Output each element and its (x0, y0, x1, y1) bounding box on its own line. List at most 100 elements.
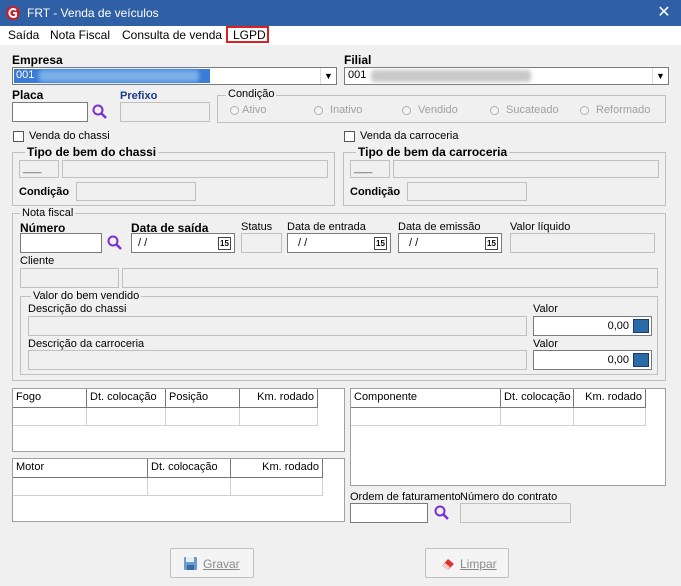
radio-ativo (230, 106, 239, 115)
window-title: FRT - Venda de veículos (27, 6, 159, 20)
filial-label: Filial (344, 53, 372, 67)
tipo-chassi-condicao-field (76, 182, 196, 201)
valor-carroceria-input[interactable]: 0,00 (533, 350, 652, 370)
title-bar: FRT - Venda de veículos ✕ (0, 0, 681, 26)
data-emissao-input[interactable]: / / 15 (398, 233, 502, 253)
grid-header[interactable]: Dt. colocação (87, 389, 166, 408)
desc-chassi-field (28, 316, 527, 336)
fogo-grid[interactable]: Fogo Dt. colocação Posição Km. rodado (12, 388, 345, 452)
nota-fiscal-title: Nota fiscal (20, 207, 76, 219)
calculator-icon[interactable] (633, 319, 649, 333)
cliente-label: Cliente (20, 255, 55, 267)
chevron-down-icon[interactable]: ▼ (652, 68, 668, 84)
empresa-label: Empresa (12, 53, 63, 67)
motor-grid[interactable]: Motor Dt. colocação Km. rodado (12, 458, 345, 522)
numero-contrato-field (460, 503, 571, 523)
limpar-label: Limpar (460, 557, 497, 571)
tipo-carroceria-title: Tipo de bem da carroceria (356, 145, 510, 159)
prefixo-input (120, 102, 210, 122)
desc-carroceria-field (28, 350, 527, 370)
radio-vendido-label: Vendido (418, 104, 458, 116)
search-icon[interactable] (106, 234, 123, 251)
valor-liquido-field (510, 233, 655, 253)
chevron-down-icon[interactable]: ▼ (320, 68, 336, 84)
empresa-select[interactable]: 001 ▼ (12, 67, 337, 85)
valor-chassi-label: Valor (533, 303, 558, 315)
save-icon (184, 557, 197, 570)
close-icon[interactable]: ✕ (653, 3, 675, 23)
cliente-code-field (20, 268, 119, 288)
venda-carroceria-label: Venda da carroceria (360, 130, 459, 142)
valor-liquido-label: Valor líquido (510, 221, 571, 233)
valor-bem-title: Valor do bem vendido (31, 290, 142, 302)
tipo-chassi-condicao-label: Condição (19, 186, 70, 198)
radio-sucateado-label: Sucateado (506, 104, 559, 116)
numero-input[interactable] (20, 233, 102, 253)
venda-carroceria-checkbox[interactable] (344, 131, 355, 142)
grid-header[interactable]: Km. rodado (574, 389, 646, 408)
menu-item-nota-fiscal[interactable]: Nota Fiscal (50, 28, 110, 42)
placa-input[interactable] (12, 102, 88, 122)
tipo-carroceria-code: ___ (350, 160, 390, 178)
ordem-faturamento-label: Ordem de faturamento (350, 491, 461, 503)
tipo-carroceria-condicao-field (407, 182, 527, 201)
tipo-carroceria-condicao-label: Condição (350, 186, 401, 198)
filial-select[interactable]: 001 ▼ (344, 67, 669, 85)
numero-contrato-label: Número do contrato (460, 491, 558, 503)
grid-header[interactable]: Motor (13, 459, 148, 478)
limpar-button[interactable]: Limpar (425, 548, 509, 578)
empresa-value: 001 (16, 69, 35, 81)
calendar-icon[interactable]: 15 (485, 237, 498, 250)
componente-grid[interactable]: Componente Dt. colocação Km. rodado (350, 388, 666, 486)
radio-reformado-label: Reformado (596, 104, 651, 116)
valor-chassi-input[interactable]: 0,00 (533, 316, 652, 336)
search-icon[interactable] (91, 103, 108, 120)
radio-inativo-label: Inativo (330, 104, 363, 116)
radio-sucateado (490, 106, 499, 115)
condicao-title: Condição (226, 88, 277, 100)
search-icon[interactable] (433, 504, 450, 521)
placa-label: Placa (12, 88, 44, 102)
calculator-icon[interactable] (633, 353, 649, 367)
grid-header[interactable]: Posição (166, 389, 240, 408)
tipo-chassi-desc (62, 160, 328, 178)
filial-value: 001 (348, 69, 367, 81)
menu-item-consulta-venda[interactable]: Consulta de venda (122, 28, 222, 42)
grid-header[interactable]: Dt. colocação (501, 389, 574, 408)
grid-header[interactable]: Km. rodado (240, 389, 318, 408)
gravar-button[interactable]: Gravar (170, 548, 254, 578)
grid-header[interactable]: Componente (351, 389, 501, 408)
tipo-chassi-title: Tipo de bem do chassi (25, 145, 159, 159)
data-saida-input[interactable]: / / 15 (131, 233, 235, 253)
desc-carroceria-label: Descrição da carroceria (28, 338, 145, 350)
tipo-carroceria-desc (393, 160, 659, 178)
data-entrada-label: Data de entrada (287, 221, 366, 233)
venda-chassi-label: Venda do chassi (29, 130, 110, 142)
venda-chassi-checkbox[interactable] (13, 131, 24, 142)
data-entrada-input[interactable]: / / 15 (287, 233, 391, 253)
radio-vendido (402, 106, 411, 115)
data-emissao-label: Data de emissão (398, 221, 481, 233)
cliente-name-field (122, 268, 658, 288)
app-logo-icon (6, 6, 20, 20)
radio-reformado (580, 106, 589, 115)
tipo-chassi-code: ___ (19, 160, 59, 178)
eraser-icon (442, 559, 454, 570)
calendar-icon[interactable]: 15 (374, 237, 387, 250)
radio-ativo-label: Ativo (242, 104, 267, 116)
menu-item-lgpd[interactable]: LGPD (233, 28, 266, 42)
menu-item-saida[interactable]: Saída (8, 28, 39, 42)
status-field (241, 233, 282, 253)
prefixo-label: Prefixo (120, 90, 158, 102)
grid-header[interactable]: Km. rodado (231, 459, 323, 478)
grid-header[interactable]: Dt. colocação (148, 459, 231, 478)
calendar-icon[interactable]: 15 (218, 237, 231, 250)
menu-bar: Saída Nota Fiscal Consulta de venda LGPD (0, 26, 681, 45)
status-label: Status (241, 221, 273, 233)
valor-carroceria-label: Valor (533, 338, 558, 350)
desc-chassi-label: Descrição do chassi (28, 303, 127, 315)
gravar-label: Gravar (203, 557, 240, 571)
grid-header[interactable]: Fogo (13, 389, 87, 408)
radio-inativo (314, 106, 323, 115)
ordem-faturamento-input[interactable] (350, 503, 428, 523)
